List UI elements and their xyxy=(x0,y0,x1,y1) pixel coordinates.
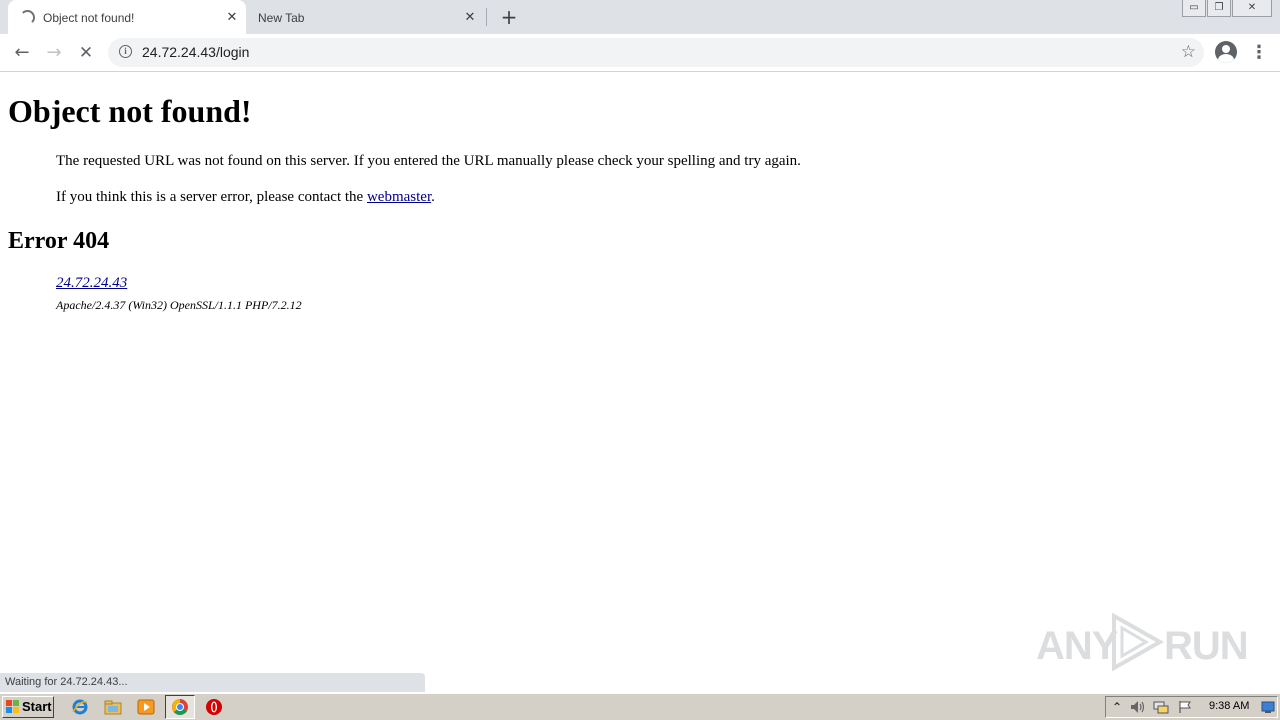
site-info-icon[interactable]: i xyxy=(119,45,132,58)
windows-taskbar: Start ⌃ 9:38 AM xyxy=(0,693,1280,720)
page-title: Object not found! xyxy=(8,93,252,129)
loading-spinner-icon xyxy=(20,10,35,25)
file-explorer-icon[interactable] xyxy=(104,698,122,716)
browser-menu-icon[interactable]: ⋮ xyxy=(1249,41,1269,65)
avatar-head xyxy=(1222,45,1230,53)
watermark-text-right: RUN xyxy=(1164,624,1249,668)
new-tab-button[interactable]: + xyxy=(498,6,520,28)
server-signature: Apache/2.4.37 (Win32) OpenSSL/1.1.1 PHP/… xyxy=(56,298,302,312)
chrome-taskbar-button[interactable] xyxy=(165,695,195,719)
start-button[interactable]: Start xyxy=(2,696,54,718)
contact-text-after: . xyxy=(431,189,435,205)
contact-text-before: If you think this is a server error, ple… xyxy=(56,189,367,205)
server-address-link[interactable]: 24.72.24.43 xyxy=(56,275,127,292)
profile-avatar-icon[interactable] xyxy=(1215,41,1237,63)
windows-logo-icon xyxy=(6,700,19,713)
action-center-flag-icon[interactable] xyxy=(1178,700,1192,714)
not-found-message: The requested URL was not found on this … xyxy=(56,153,801,169)
tab-object-not-found[interactable]: Object not found! ✕ xyxy=(8,0,246,34)
chrome-icon xyxy=(172,699,188,715)
tray-expand-icon[interactable]: ⌃ xyxy=(1112,699,1122,715)
show-desktop-icon[interactable] xyxy=(1261,700,1275,714)
address-bar[interactable]: i 24.72.24.43/login ☆ xyxy=(108,38,1204,67)
restore-button[interactable]: ❐ xyxy=(1207,0,1231,17)
close-window-button[interactable]: ✕ xyxy=(1232,0,1272,17)
system-tray: ⌃ 9:38 AM xyxy=(1105,696,1278,718)
volume-icon[interactable] xyxy=(1130,700,1146,714)
tab-close-icon[interactable]: ✕ xyxy=(462,9,478,25)
webmaster-link[interactable]: webmaster xyxy=(367,189,431,205)
network-icon[interactable] xyxy=(1153,700,1169,714)
tab-divider xyxy=(486,8,487,26)
page-content: Object not found! The requested URL was … xyxy=(0,72,1280,672)
bookmark-star-icon[interactable]: ☆ xyxy=(1181,42,1196,62)
start-label: Start xyxy=(22,699,52,714)
avatar-body xyxy=(1218,54,1234,63)
play-triangle-icon xyxy=(1112,612,1164,672)
anyrun-watermark: ANY RUN xyxy=(1036,612,1249,672)
tab-title: Object not found! xyxy=(43,11,135,25)
browser-toolbar: ← → ✕ i 24.72.24.43/login ☆ ⋮ xyxy=(0,34,1280,72)
minimize-button[interactable]: ▭ xyxy=(1182,0,1206,17)
contact-message: If you think this is a server error, ple… xyxy=(56,189,435,206)
status-bar: Waiting for 24.72.24.43... xyxy=(0,673,425,692)
tab-close-icon[interactable]: ✕ xyxy=(224,9,240,25)
media-player-icon[interactable] xyxy=(137,698,155,716)
tab-title: New Tab xyxy=(258,11,305,25)
internet-explorer-icon[interactable] xyxy=(71,698,89,716)
forward-button[interactable]: → xyxy=(40,39,68,67)
error-code-heading: Error 404 xyxy=(8,228,110,254)
tab-strip: Object not found! ✕ New Tab ✕ + ▭ ❐ ✕ xyxy=(0,0,1280,34)
taskbar-clock[interactable]: 9:38 AM xyxy=(1209,700,1249,712)
stop-loading-button[interactable]: ✕ xyxy=(72,39,100,67)
opera-icon[interactable] xyxy=(205,698,223,716)
back-button[interactable]: ← xyxy=(8,39,36,67)
window-controls: ▭ ❐ ✕ xyxy=(1181,0,1272,18)
tab-new-tab[interactable]: New Tab ✕ xyxy=(248,0,486,34)
url-text[interactable]: 24.72.24.43/login xyxy=(142,44,249,60)
watermark-text-left: ANY xyxy=(1036,624,1118,668)
